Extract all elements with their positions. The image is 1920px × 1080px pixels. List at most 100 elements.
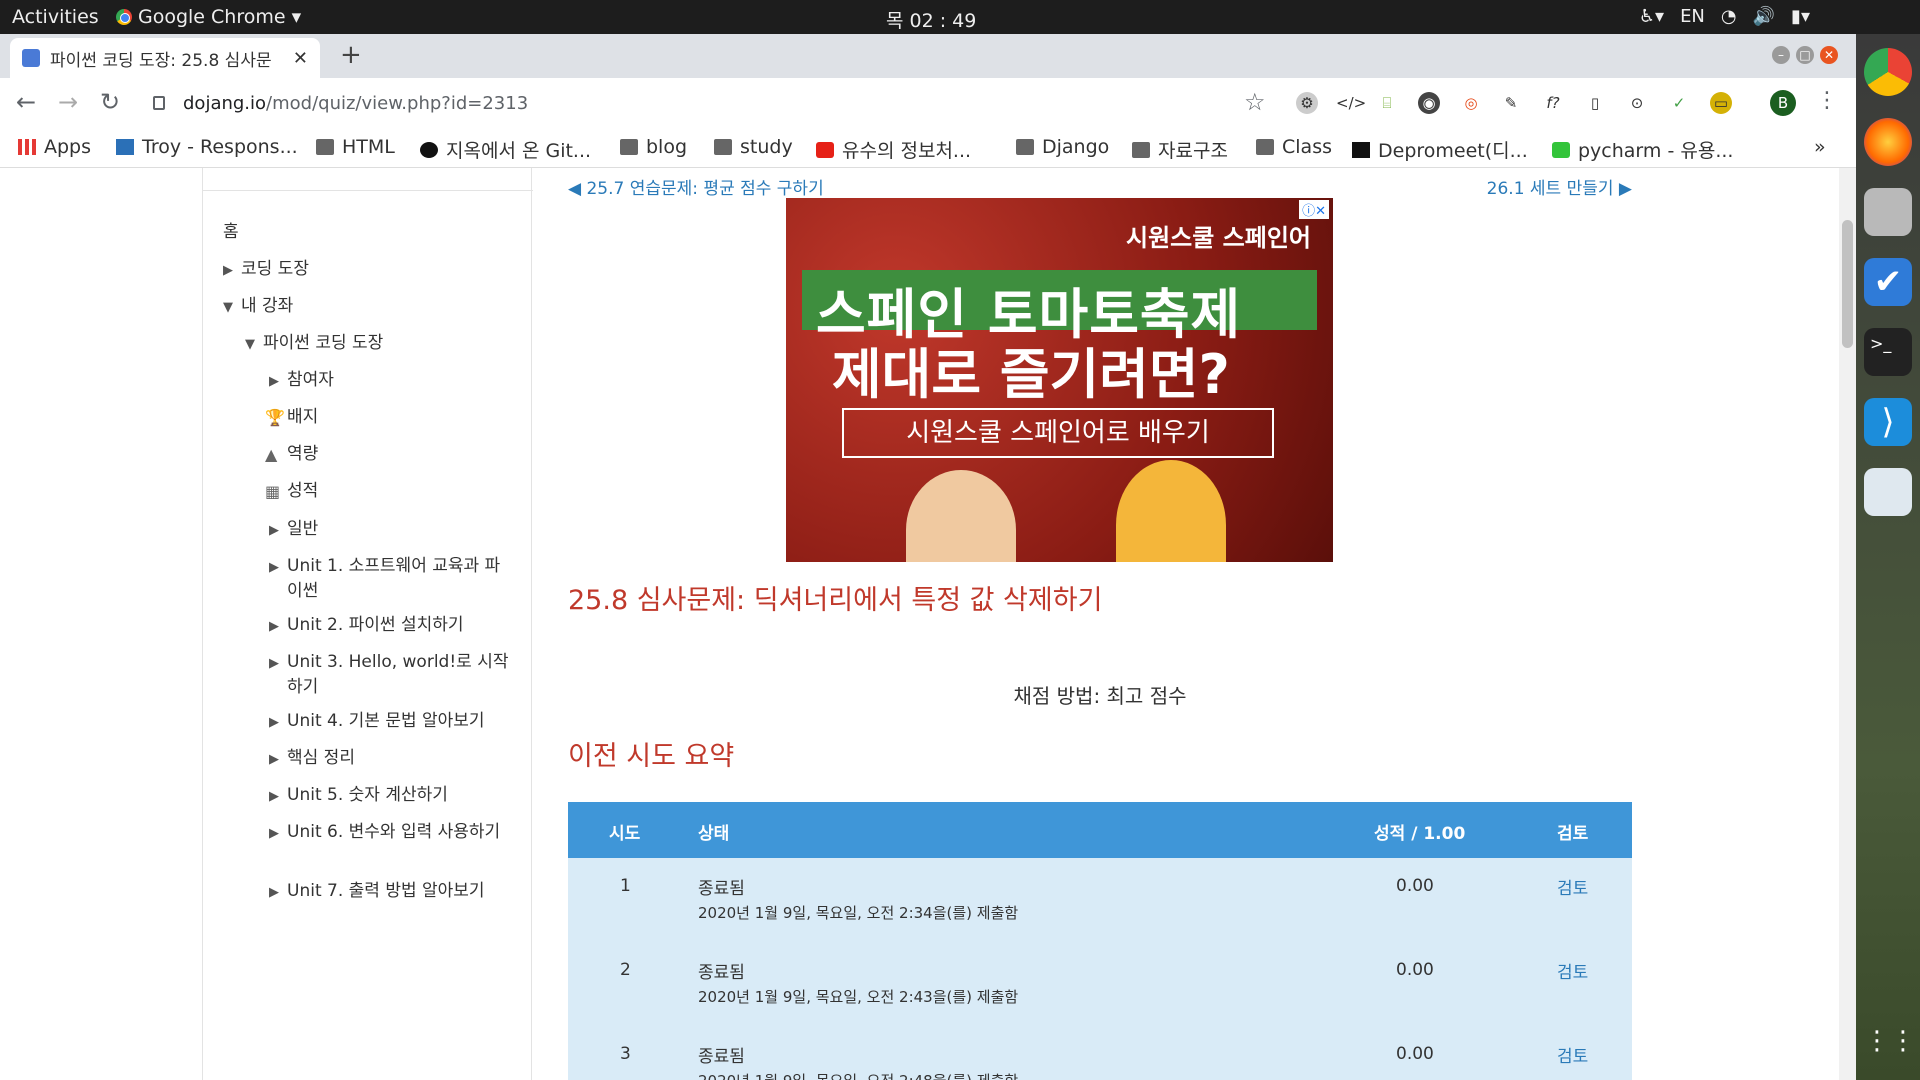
more-bookmarks-icon[interactable]: » <box>1814 136 1826 158</box>
advertisement-banner[interactable]: ⓘ✕ 시원스쿨 스페인어 스페인 토마토축제 제대로 즐기려면? 시원스쿨 스페… <box>786 198 1333 562</box>
chat-icon <box>1552 141 1570 158</box>
nav-label: Unit 3. Hello, world!로 시작하기 <box>287 652 509 697</box>
active-tab[interactable]: 파이썬 코딩 도장: 25.8 심사문 ✕ <box>10 38 320 78</box>
show-apps-icon[interactable]: ⋮⋮⋮ <box>1864 1026 1920 1074</box>
new-tab-button[interactable]: + <box>340 40 362 70</box>
prev-activity-link[interactable]: ◀ 25.7 연습문제: 평균 점수 구하기 <box>568 174 824 199</box>
firefox-dock-icon[interactable] <box>1864 118 1912 166</box>
nav-home[interactable]: 홈 <box>223 220 239 245</box>
bookmark-study[interactable]: study <box>714 136 793 158</box>
extension-1-icon[interactable]: ⚙ <box>1296 92 1318 114</box>
next-activity-link[interactable]: 26.1 세트 만들기 ▶ <box>1487 174 1632 199</box>
back-button[interactable]: ← <box>16 88 36 116</box>
bookmark-git[interactable]: 지옥에서 온 Git... <box>420 136 591 163</box>
files-dock-icon[interactable] <box>1864 188 1912 236</box>
maximize-button[interactable]: □ <box>1796 46 1814 64</box>
activities-button[interactable]: Activities <box>12 6 99 28</box>
tasks-dock-icon[interactable]: ✔ <box>1864 258 1912 306</box>
lock-icon[interactable] <box>153 96 165 110</box>
attempt-number: 2 <box>620 960 631 980</box>
grades-table-icon: ▦ <box>265 482 281 501</box>
nav-grades[interactable]: ▦ 성적 <box>265 479 318 504</box>
nav-unit-2[interactable]: ▶ Unit 2. 파이썬 설치하기 <box>269 613 464 639</box>
extension-4-icon[interactable]: ◉ <box>1418 92 1440 114</box>
extension-6-icon[interactable]: ✎ <box>1500 92 1522 114</box>
reload-button[interactable]: ↻ <box>100 88 120 116</box>
attempt-submitted: 2020년 1월 9일, 목요일, 오전 2:43을(를) 제출함 <box>698 988 1019 1006</box>
ad-cta: 시원스쿨 스페인어로 배우기 <box>842 408 1274 458</box>
nav-key-summary[interactable]: ▶ 핵심 정리 <box>269 746 355 772</box>
close-window-button[interactable]: ✕ <box>1820 46 1838 64</box>
bookmark-youtube[interactable]: 유수의 정보처... <box>816 136 971 163</box>
extension-9-icon[interactable]: ⊙ <box>1626 92 1648 114</box>
main-content: ◀ 25.7 연습문제: 평균 점수 구하기 26.1 세트 만들기 ▶ ⓘ✕ … <box>568 168 1632 1080</box>
review-link[interactable]: 검토 <box>1557 874 1588 899</box>
accessibility-icon[interactable]: ♿▾ <box>1639 6 1664 27</box>
system-tray[interactable]: ♿▾ EN ◔ 🔊 ▮▾ <box>1639 6 1810 27</box>
bookmark-class[interactable]: Class <box>1256 136 1332 158</box>
bookmark-troy[interactable]: Troy - Respons... <box>116 136 298 158</box>
extension-11-icon[interactable]: ▭ <box>1710 92 1732 114</box>
extension-2-icon[interactable]: </> <box>1336 92 1366 114</box>
nav-unit-4[interactable]: ▶ Unit 4. 기본 문법 알아보기 <box>269 709 485 735</box>
nav-competencies[interactable]: ▲ 역량 <box>265 442 318 467</box>
favicon <box>22 49 40 67</box>
chrome-menu-icon[interactable]: ⋮ <box>1816 88 1838 113</box>
extension-7-icon[interactable]: f? <box>1542 92 1564 114</box>
minimize-button[interactable]: – <box>1772 46 1790 64</box>
caret-right-icon: ▶ <box>269 374 279 389</box>
nav-my-courses[interactable]: ▼ 내 강좌 <box>223 294 293 320</box>
nav-unit-7[interactable]: ▶ Unit 7. 출력 방법 알아보기 <box>269 879 485 905</box>
clock[interactable]: 목 02 : 49 <box>886 6 976 33</box>
attempt-number: 3 <box>620 1044 631 1064</box>
nav-label: 일반 <box>287 519 319 539</box>
nav-unit-1[interactable]: ▶ Unit 1. 소프트웨어 교육과 파이썬 <box>269 554 509 604</box>
bookmark-html[interactable]: HTML <box>316 136 395 158</box>
nav-unit-3[interactable]: ▶ Unit 3. Hello, world!로 시작하기 <box>269 650 509 700</box>
ad-headline-2: 제대로 즐기려면? <box>832 343 1230 406</box>
bookmark-datastructure[interactable]: 자료구조 <box>1132 136 1228 163</box>
volume-icon[interactable]: 🔊 <box>1753 6 1775 27</box>
app-menu[interactable]: Google Chrome ▾ <box>116 6 301 28</box>
review-link[interactable]: 검토 <box>1557 958 1588 983</box>
profile-avatar[interactable]: B <box>1770 90 1796 116</box>
caret-right-icon: ▶ <box>269 715 279 730</box>
nav-coding-dojang[interactable]: ▶ 코딩 도장 <box>223 257 309 283</box>
bookmark-apps[interactable]: Apps <box>18 136 91 158</box>
caret-down-icon: ▼ <box>223 300 233 315</box>
chrome-dock-icon[interactable] <box>1864 48 1912 96</box>
bookmark-depromeet[interactable]: Depromeet(디... <box>1352 136 1528 163</box>
battery-icon[interactable]: ▮▾ <box>1791 6 1810 27</box>
bookmark-django[interactable]: Django <box>1016 136 1109 158</box>
nav-python-course[interactable]: ▼ 파이썬 코딩 도장 <box>245 331 383 357</box>
vscode-dock-icon[interactable]: ⟩ <box>1864 398 1912 446</box>
nav-participants[interactable]: ▶ 참여자 <box>269 368 334 394</box>
bookmark-star-icon[interactable]: ☆ <box>1244 88 1266 116</box>
address-bar[interactable]: dojang.io/mod/quiz/view.php?id=2313 <box>145 86 1265 120</box>
nav-unit-5[interactable]: ▶ Unit 5. 숫자 계산하기 <box>269 783 448 809</box>
youtube-icon <box>816 141 834 158</box>
nav-unit-6[interactable]: ▶ Unit 6. 변수와 입력 사용하기 <box>269 820 509 846</box>
wifi-icon[interactable]: ◔ <box>1721 6 1737 27</box>
nav-general[interactable]: ▶ 일반 <box>269 517 318 543</box>
terminal-dock-icon[interactable]: >_ <box>1864 328 1912 376</box>
image-viewer-dock-icon[interactable] <box>1864 468 1912 516</box>
extension-3-icon[interactable]: ⌸ <box>1376 92 1398 114</box>
close-tab-icon[interactable]: ✕ <box>293 48 308 69</box>
nav-badges[interactable]: 🏆 배지 <box>265 405 318 430</box>
extension-10-icon[interactable]: ✓ <box>1668 92 1690 114</box>
language-indicator[interactable]: EN <box>1680 6 1705 27</box>
ad-info-close-icon[interactable]: ⓘ✕ <box>1299 200 1329 219</box>
scrollbar-thumb[interactable] <box>1842 220 1853 348</box>
col-attempt: 시도 <box>609 824 641 844</box>
extension-8-icon[interactable]: ▯ <box>1584 92 1606 114</box>
page-scrollbar[interactable] <box>1839 168 1856 1080</box>
folder-icon <box>714 139 732 155</box>
attempt-grade: 0.00 <box>1396 1044 1434 1064</box>
caret-right-icon: ▶ <box>269 885 279 900</box>
review-link[interactable]: 검토 <box>1557 1042 1588 1067</box>
extension-5-icon[interactable]: ◎ <box>1460 92 1482 114</box>
bookmark-pycharm[interactable]: pycharm - 유용... <box>1552 136 1733 163</box>
bookmark-blog[interactable]: blog <box>620 136 687 158</box>
forward-button[interactable]: → <box>58 88 78 116</box>
